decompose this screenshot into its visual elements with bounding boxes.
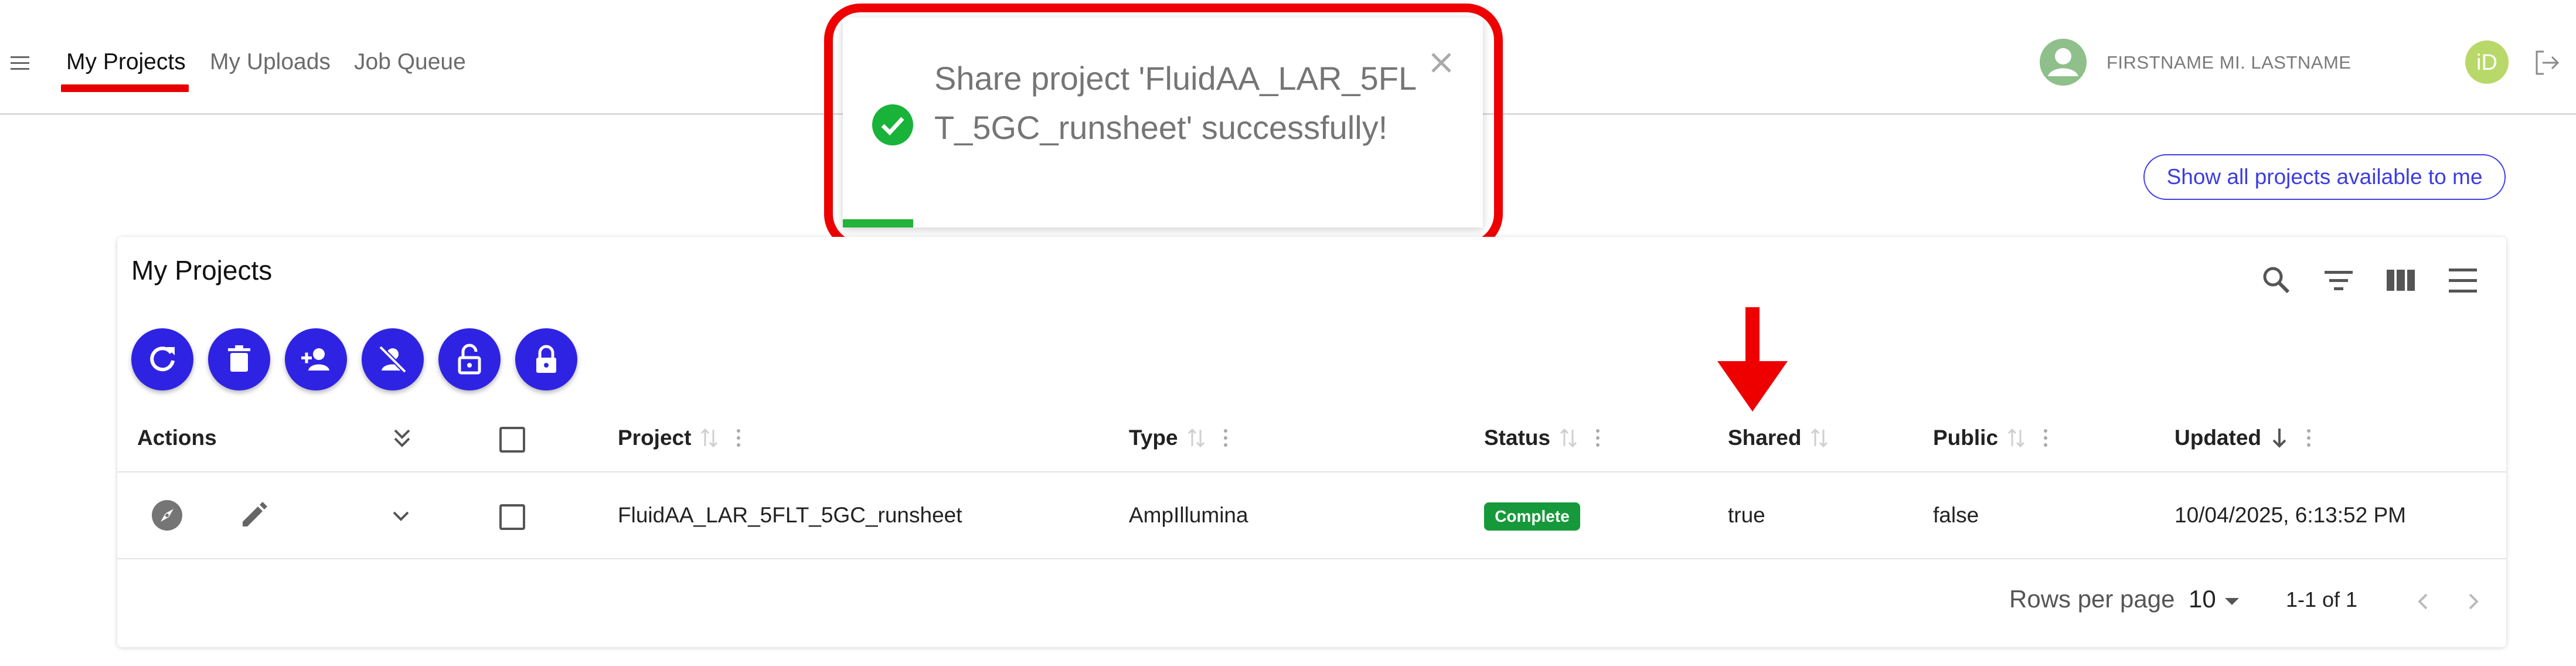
orcid-icon[interactable]: iD (2465, 40, 2509, 84)
col-header-type[interactable]: Type (1129, 426, 1230, 450)
tab-my-projects[interactable]: My Projects (66, 49, 186, 75)
col-header-public-label: Public (1933, 426, 1999, 450)
search-icon[interactable] (2259, 263, 2294, 298)
col-header-shared-label: Shared (1728, 426, 1802, 450)
column-menu-icon[interactable] (1221, 426, 1230, 450)
col-header-shared[interactable]: Shared (1728, 426, 1829, 450)
cell-type: AmpIllumina (1129, 503, 1248, 527)
red-arrow-annotation (1717, 307, 1788, 412)
header-divider (117, 471, 2506, 473)
make-public-button[interactable] (438, 328, 501, 390)
col-header-actions-label: Actions (137, 426, 217, 450)
col-header-public[interactable]: Public (1933, 426, 2050, 450)
cell-project: FluidAA_LAR_5FLT_5GC_runsheet (618, 503, 962, 527)
density-icon[interactable] (2445, 263, 2480, 298)
filter-icon[interactable] (2321, 263, 2356, 298)
orcid-label: iD (2476, 50, 2497, 75)
lock-icon (536, 345, 556, 373)
sort-icon[interactable] (1558, 426, 1578, 450)
status-badge: Complete (1484, 502, 1580, 531)
previous-page-icon[interactable] (2410, 589, 2436, 614)
column-menu-icon[interactable] (2041, 426, 2050, 450)
row-divider (117, 558, 2506, 559)
chevron-down-icon[interactable] (389, 504, 413, 528)
col-header-type-label: Type (1129, 426, 1178, 450)
expand-all-icon[interactable] (390, 427, 414, 450)
col-header-updated-label: Updated (2175, 426, 2261, 450)
column-menu-icon[interactable] (1594, 426, 1602, 450)
caret-down-icon[interactable] (2224, 596, 2240, 607)
edit-pencil-icon[interactable] (237, 498, 271, 532)
col-header-actions: Actions (137, 426, 217, 450)
next-page-icon[interactable] (2461, 589, 2486, 614)
col-header-updated[interactable]: Updated (2175, 426, 2313, 450)
cell-shared: true (1728, 503, 1765, 527)
person-add-icon (301, 348, 329, 371)
cell-updated: 10/04/2025, 6:13:52 PM (2175, 503, 2406, 527)
person-off-icon (379, 345, 407, 373)
user-name[interactable]: FIRSTNAME MI. LASTNAME (2107, 52, 2351, 73)
logout-icon[interactable] (2532, 48, 2561, 77)
tab-my-uploads[interactable]: My Uploads (210, 49, 331, 75)
refresh-button[interactable] (131, 328, 193, 390)
col-header-status[interactable]: Status (1484, 426, 1602, 450)
rows-per-page-label: Rows per page (2009, 585, 2175, 613)
card-title: My Projects (131, 255, 273, 286)
column-menu-icon[interactable] (2305, 426, 2313, 450)
toast-highlight-outline (824, 4, 1503, 250)
share-user-button[interactable] (285, 328, 347, 390)
cell-public: false (1933, 503, 1979, 527)
compass-icon[interactable] (150, 498, 184, 532)
delete-button[interactable] (208, 328, 270, 390)
col-header-project-label: Project (618, 426, 692, 450)
sort-icon[interactable] (1809, 426, 1829, 450)
sort-icon[interactable] (1186, 426, 1206, 450)
unshare-user-button[interactable] (362, 328, 424, 390)
tab-job-queue[interactable]: Job Queue (354, 49, 466, 75)
make-private-button[interactable] (515, 328, 577, 390)
trash-icon (228, 345, 250, 372)
col-header-project[interactable]: Project (618, 426, 743, 450)
row-checkbox[interactable] (499, 504, 525, 530)
select-all-checkbox[interactable] (499, 427, 525, 453)
user-avatar-icon[interactable] (2040, 39, 2087, 86)
rows-per-page-select[interactable]: 10 (2189, 585, 2216, 613)
refresh-icon (150, 346, 175, 372)
pagination-range: 1-1 of 1 (2286, 587, 2358, 611)
active-tab-highlight (61, 84, 189, 92)
sort-descending-icon[interactable] (2269, 426, 2289, 450)
column-menu-icon[interactable] (734, 426, 743, 450)
show-all-projects-button[interactable]: Show all projects available to me (2143, 154, 2506, 200)
sort-icon[interactable] (699, 426, 719, 450)
col-header-status-label: Status (1484, 426, 1551, 450)
lock-open-icon (458, 344, 481, 375)
hamburger-icon[interactable] (8, 52, 32, 75)
projects-card: My Projects Actions Project Type Status … (117, 237, 2506, 647)
columns-icon[interactable] (2383, 263, 2418, 298)
sort-icon[interactable] (2006, 426, 2026, 450)
